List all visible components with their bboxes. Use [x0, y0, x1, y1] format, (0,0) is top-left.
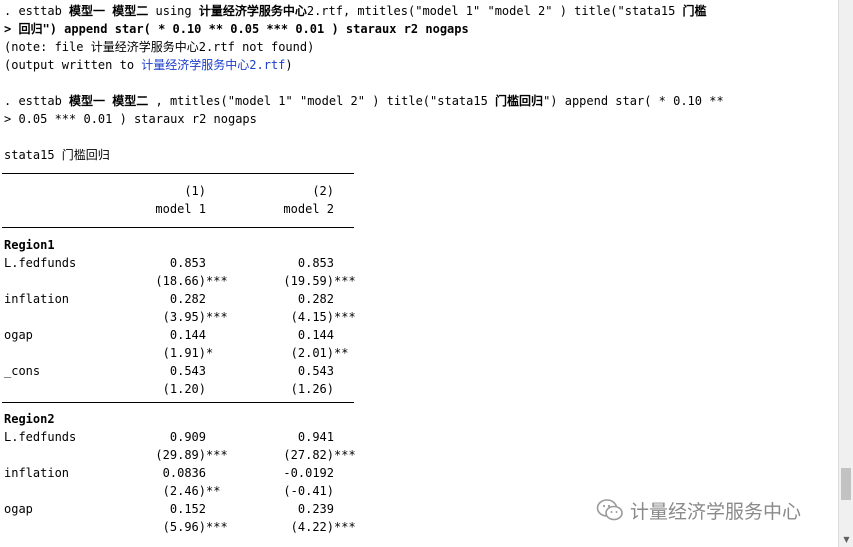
significance-stars: **	[334, 346, 349, 360]
command-text: ") append star( * 0.10 **	[543, 94, 724, 108]
t-stat: (19.59)	[283, 274, 334, 288]
row-label: _cons	[4, 364, 41, 378]
column-title: model 1	[155, 202, 206, 216]
t-stat: (-0.41)	[283, 484, 334, 498]
coef-value: 0.282	[169, 292, 206, 306]
row-label: ogap	[4, 328, 33, 342]
section-header: Region2	[4, 412, 55, 426]
command-continuation: > 0.05 *** 0.01 ) staraux r2 nogaps	[4, 110, 257, 128]
significance-stars: ***	[206, 310, 228, 324]
column-number: (2)	[312, 184, 334, 198]
significance-stars: ***	[206, 274, 228, 288]
column-title: model 2	[283, 202, 334, 216]
t-stat: (5.96)	[162, 520, 206, 534]
section-rule	[2, 402, 354, 403]
output-text: )	[285, 58, 293, 72]
command-text: 模型一 模型二	[69, 94, 149, 108]
coef-value: 0.853	[169, 256, 206, 270]
command-text: , mtitles("model 1" "model 2" ) title("s…	[148, 94, 496, 108]
command-text: 计量经济学服务中心	[198, 4, 307, 18]
significance-stars: ***	[334, 520, 356, 534]
coef-value: 0.282	[297, 292, 334, 306]
significance-stars: **	[206, 484, 221, 498]
command-continuation: > 回归") append star( * 0.10 ** 0.05 *** 0…	[4, 20, 469, 38]
command-line: . esttab 模型一 模型二 using 计量经济学服务中心2.rtf, m…	[4, 2, 707, 20]
coef-value: 0.0836	[162, 466, 206, 480]
coef-value: 0.144	[297, 328, 334, 342]
t-stat: (4.15)	[290, 310, 334, 324]
significance-stars: *	[206, 346, 214, 360]
row-label: inflation	[4, 466, 70, 480]
command-text: 回归	[18, 22, 43, 36]
command-text: > 0.05 *** 0.01 ) staraux r2 nogaps	[4, 112, 257, 126]
command-text: ") append star( * 0.10 ** 0.05 *** 0.01 …	[42, 22, 469, 36]
command-text: . esttab	[4, 94, 70, 108]
command-text: 2.rtf, mtitles("model 1" "model 2" ) tit…	[306, 4, 683, 18]
note-line: (note: file 计量经济学服务中心2.rtf not found)	[4, 38, 314, 56]
table-top-rule	[2, 173, 354, 174]
row-label: L.fedfunds	[4, 430, 77, 444]
command-text: using	[148, 4, 199, 18]
coef-value: 0.941	[297, 430, 334, 444]
stata-results-window: . esttab 模型一 模型二 using 计量经济学服务中心2.rtf, m…	[0, 0, 838, 547]
coef-value: 0.909	[169, 430, 206, 444]
command-text: 门槛回归	[495, 94, 544, 108]
command-text: . esttab	[4, 4, 70, 18]
table-title: stata15 门槛回归	[4, 148, 110, 162]
t-stat: (27.82)	[283, 448, 334, 462]
output-text: (output written to	[4, 58, 142, 72]
row-label: inflation	[4, 292, 70, 306]
coef-value: 0.152	[169, 502, 206, 516]
t-stat: (3.95)	[162, 310, 206, 324]
coef-value: 0.239	[297, 502, 334, 516]
command-text: >	[4, 22, 19, 36]
significance-stars: ***	[334, 274, 356, 288]
note-text: 2.rtf not found)	[198, 40, 315, 54]
output-line: (output written to 计量经济学服务中心2.rtf)	[4, 56, 293, 74]
t-stat: (2.46)	[162, 484, 206, 498]
scroll-down-arrow-icon[interactable]: ▼	[839, 532, 853, 547]
command-text: 门槛	[682, 4, 707, 18]
t-stat: (29.89)	[155, 448, 206, 462]
command-text: 模型一 模型二	[69, 4, 149, 18]
row-label: L.fedfunds	[4, 256, 77, 270]
t-stat: (1.20)	[162, 382, 206, 396]
significance-stars: ***	[334, 310, 356, 324]
t-stat: (4.22)	[290, 520, 334, 534]
coef-value: 0.144	[169, 328, 206, 342]
scrollbar-thumb[interactable]	[841, 468, 851, 500]
coef-value: -0.0192	[283, 466, 334, 480]
note-text: 计量经济学服务中心	[90, 40, 199, 54]
note-text: (note: file	[4, 40, 91, 54]
watermark-text: 计量经济学服务中心	[630, 500, 802, 523]
t-stat: (1.26)	[290, 382, 334, 396]
vertical-scrollbar[interactable]: ▼	[838, 0, 853, 547]
coef-value: 0.543	[169, 364, 206, 378]
significance-stars: ***	[206, 520, 228, 534]
coef-value: 0.853	[297, 256, 334, 270]
watermark: 计量经济学服务中心	[596, 496, 801, 524]
table-header-rule	[2, 227, 354, 228]
wechat-icon	[596, 499, 623, 521]
significance-stars: ***	[206, 448, 228, 462]
row-label: ogap	[4, 502, 33, 516]
column-number: (1)	[184, 184, 206, 198]
t-stat: (2.01)	[290, 346, 334, 360]
t-stat: (18.66)	[155, 274, 206, 288]
t-stat: (1.91)	[162, 346, 206, 360]
section-header: Region1	[4, 238, 55, 252]
significance-stars: ***	[334, 448, 356, 462]
output-file-link[interactable]: 计量经济学服务中心2.rtf	[141, 58, 285, 72]
coef-value: 0.543	[297, 364, 334, 378]
command-line: . esttab 模型一 模型二 , mtitles("model 1" "mo…	[4, 92, 724, 110]
